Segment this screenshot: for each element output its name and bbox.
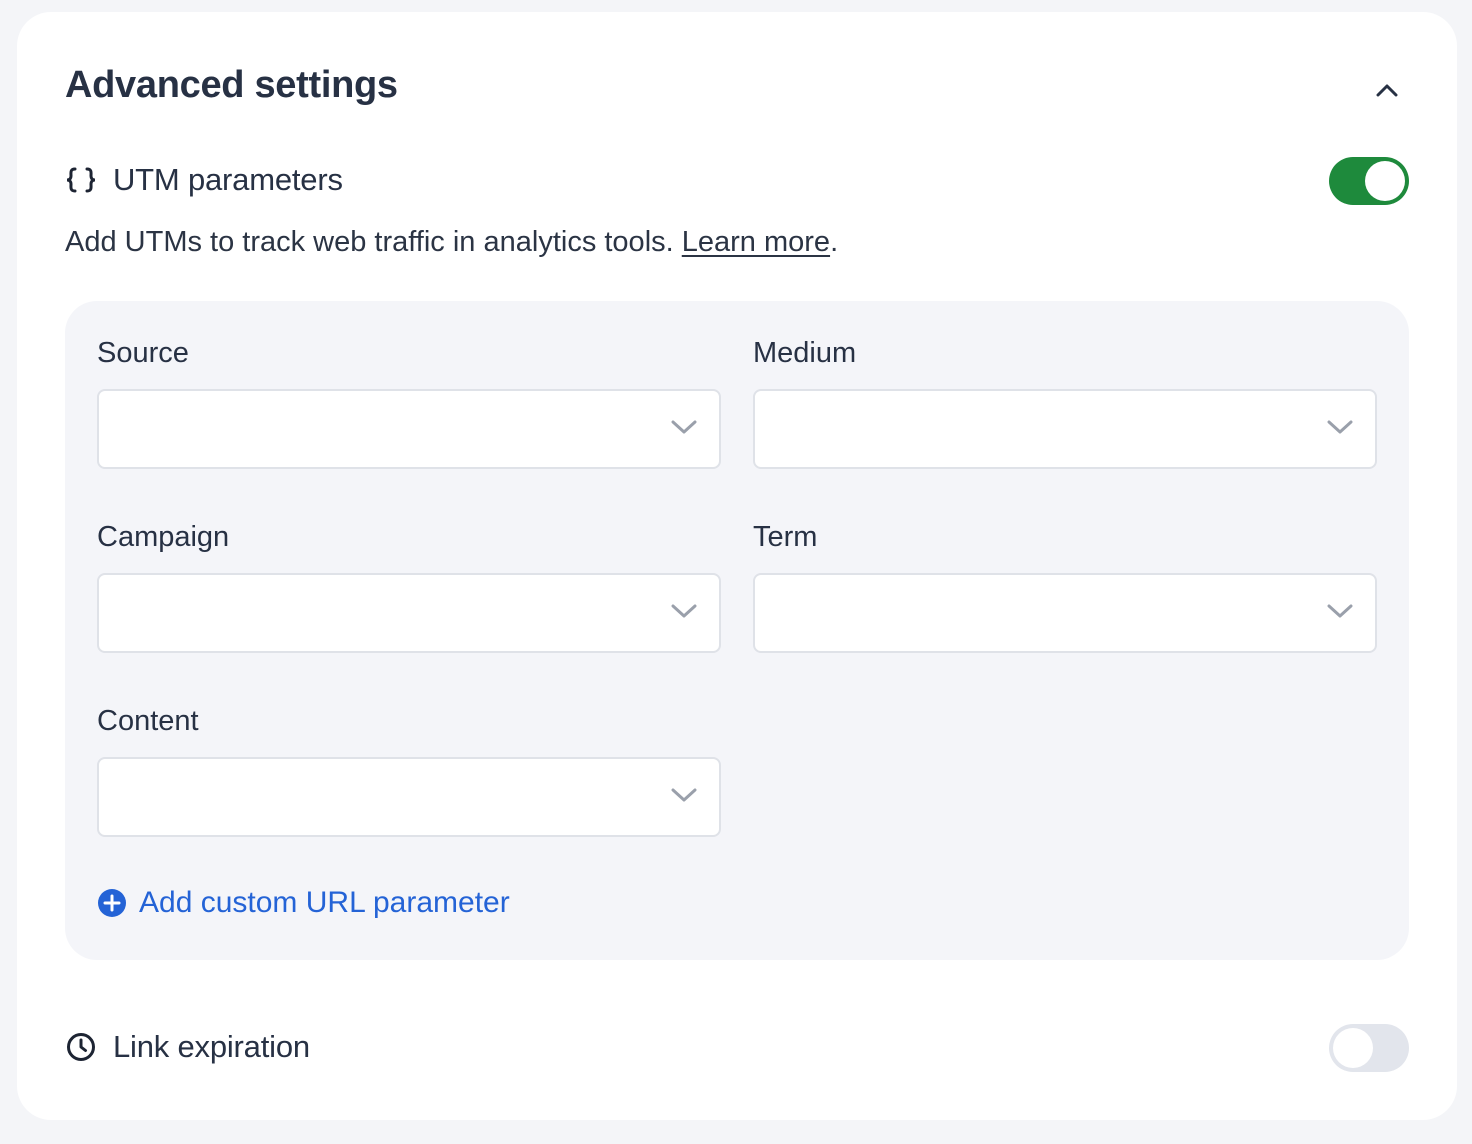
medium-label: Medium [753,337,857,369]
chevron-down-icon [671,788,697,802]
section-title: Advanced settings [65,64,398,106]
source-select[interactable] [97,389,721,469]
chevron-down-icon [671,604,697,618]
term-label: Term [753,521,818,553]
chevron-down-icon [1327,420,1353,434]
toggle-knob [1333,1028,1373,1068]
chevron-down-icon [671,420,697,434]
content-label: Content [97,705,199,737]
link-expiration-label: Link expiration [113,1029,310,1064]
source-field: Source [97,335,721,469]
add-custom-param-label: Add custom URL parameter [139,886,510,919]
utm-description: Add UTMs to track web traffic in analyti… [65,226,838,259]
learn-more-link[interactable]: Learn more [682,226,830,258]
chevron-up-icon [1376,84,1398,97]
term-select[interactable] [753,573,1377,653]
campaign-label: Campaign [97,521,230,553]
chevron-down-icon [1327,604,1353,618]
description-period: . [830,226,839,258]
link-expiration-row: Link expiration [65,1029,310,1065]
plus-circle-icon [98,889,126,917]
collapse-button[interactable] [1365,68,1409,112]
utm-parameters-label: UTM parameters [113,162,343,197]
utm-parameters-toggle[interactable] [1329,157,1409,205]
medium-select[interactable] [753,389,1377,469]
utm-fields-panel: Source Medium Campaign Term Content Add … [65,301,1409,960]
campaign-field: Campaign [97,519,721,653]
curly-braces-icon [66,167,96,193]
source-label: Source [97,337,189,369]
term-field: Term [753,519,1377,653]
link-expiration-toggle[interactable] [1329,1024,1409,1072]
toggle-knob [1365,161,1405,201]
utm-description-text: Add UTMs to track web traffic in analyti… [65,226,682,258]
add-custom-param-button[interactable]: Add custom URL parameter [97,886,510,920]
content-select[interactable] [97,757,721,837]
clock-icon [67,1033,95,1061]
content-field: Content [97,703,721,837]
medium-field: Medium [753,335,1377,469]
utm-parameters-row: UTM parameters [65,162,343,198]
campaign-select[interactable] [97,573,721,653]
advanced-settings-card: Advanced settings UTM parameters Add UTM… [17,12,1457,1120]
